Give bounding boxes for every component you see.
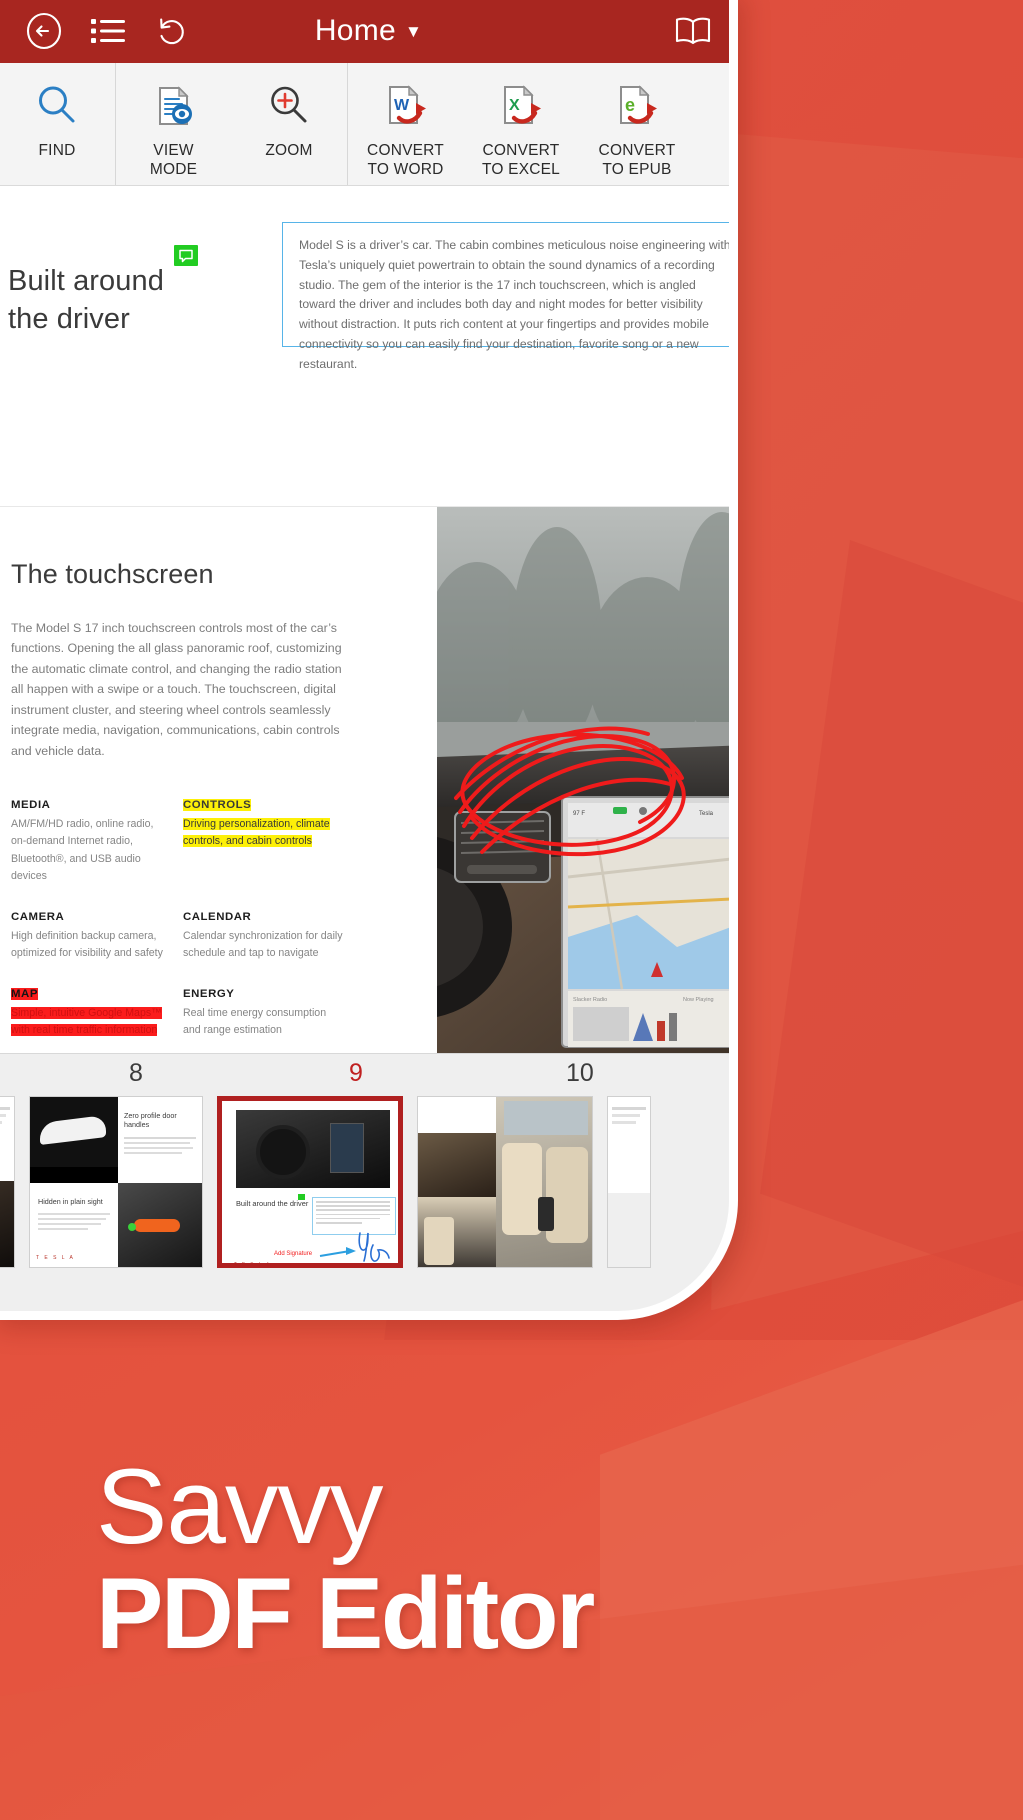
thumbnail-row: Zero profile door handles Hidden in plai… — [0, 1096, 651, 1268]
thumbnail-caption: Add Signature — [274, 1251, 313, 1257]
app-screen: Home ▼ FIND VIEW MODE ZOOM W CONVERT TO … — [0, 0, 729, 1311]
feature-text: Driving personalization, climate control… — [183, 818, 330, 848]
list-bullets-icon[interactable] — [85, 8, 131, 54]
feature-calendar: CALENDAR Calendar synchronization for da… — [183, 911, 343, 962]
tool-convert-to-epub-label: CONVERT TO EPUB — [598, 142, 676, 178]
feature-camera: CAMERA High definition backup camera, op… — [11, 911, 171, 962]
thumbnail-number-9-current: 9 — [349, 1059, 363, 1087]
undo-arrow-icon[interactable] — [149, 8, 195, 54]
epub-convert-icon: e — [613, 79, 661, 133]
word-convert-icon: W — [382, 79, 430, 133]
thumbnail-caption: Built around the driver — [236, 1199, 309, 1208]
tool-convert-to-excel[interactable]: X CONVERT TO EXCEL — [463, 63, 579, 185]
svg-text:X: X — [509, 97, 520, 114]
app-header: Home ▼ — [0, 0, 729, 63]
car-interior-photo: 97 F Tesla Slacker Radio Now Playing — [437, 507, 729, 1053]
thumbnail-brand: T E S L A — [234, 1261, 272, 1266]
document-eye-icon — [151, 79, 197, 133]
svg-text:W: W — [394, 97, 410, 114]
magnifier-icon — [34, 79, 80, 133]
feature-energy: ENERGY Real time energy consumption and … — [183, 988, 343, 1039]
annotation-textbox-text: Model S is a driver’s car. The cabin com… — [299, 238, 731, 371]
document-page-10: The touchscreen The Model S 17 inch touc… — [0, 507, 729, 1114]
open-book-icon[interactable] — [670, 8, 716, 54]
page-headline: Built around the driver — [8, 262, 164, 339]
promo-line-1: Savvy — [96, 1446, 383, 1566]
feature-heading: CONTROLS — [183, 799, 252, 812]
device-frame: Home ▼ FIND VIEW MODE ZOOM W CONVERT TO … — [0, 0, 738, 1320]
annotation-textbox[interactable]: Model S is a driver’s car. The cabin com… — [282, 222, 729, 371]
touchscreen-body: The Model S 17 inch touchscreen controls… — [11, 621, 342, 758]
tool-convert-to-word-label: CONVERT TO WORD — [367, 142, 444, 178]
svg-text:Slacker Radio: Slacker Radio — [573, 997, 607, 1003]
feature-heading: CALENDAR — [183, 910, 252, 923]
feature-heading: MEDIA — [11, 799, 51, 812]
tool-convert-to-excel-label: CONVERT TO EXCEL — [482, 142, 560, 178]
feature-media: MEDIA AM/FM/HD radio, online radio, on-d… — [11, 799, 171, 885]
tool-find[interactable]: FIND — [0, 63, 115, 185]
tool-find-label: FIND — [38, 142, 76, 159]
tool-view-mode-label: VIEW MODE — [149, 142, 198, 178]
thumbnail-page-8[interactable]: Zero profile door handles Hidden in plai… — [29, 1096, 203, 1268]
tool-zoom[interactable]: ZOOM — [231, 63, 347, 185]
feature-text: High definition backup camera, optimized… — [11, 929, 163, 960]
feature-map: MAP Simple, intuitive Google Maps™ with … — [11, 988, 171, 1039]
thumbnail-page-10[interactable] — [417, 1096, 593, 1268]
feature-text: AM/FM/HD radio, online radio, on-demand … — [11, 818, 154, 882]
svg-text:Now Playing: Now Playing — [683, 997, 714, 1003]
feature-heading: ENERGY — [183, 988, 235, 1001]
comment-note-icon[interactable] — [174, 245, 198, 266]
back-arrow-circle-icon[interactable] — [21, 8, 67, 54]
feature-controls: CONTROLS Driving personalization, climat… — [183, 799, 343, 885]
feature-text: Calendar synchronization for daily sched… — [183, 929, 343, 960]
touchscreen-title: The touchscreen — [11, 559, 214, 589]
feature-text: Real time energy consumption and range e… — [183, 1007, 327, 1037]
svg-text:97 F: 97 F — [573, 811, 585, 817]
svg-text:Tesla: Tesla — [699, 811, 714, 817]
document-viewport[interactable]: Built around the driver Model S is a dri… — [0, 186, 729, 1311]
promo-copy: Savvy PDF Editor — [96, 1446, 595, 1670]
tool-zoom-label: ZOOM — [265, 142, 313, 159]
feature-heading: MAP — [11, 988, 38, 1001]
page-title-text: Home — [314, 14, 397, 47]
touchscreen-text-column: The touchscreen The Model S 17 inch touc… — [0, 507, 437, 1114]
tool-view-mode[interactable]: VIEW MODE — [115, 63, 231, 185]
feature-heading: CAMERA — [11, 910, 65, 923]
document-page-9: Built around the driver Model S is a dri… — [0, 186, 729, 679]
excel-convert-icon: X — [497, 79, 545, 133]
header-right-group — [670, 8, 716, 54]
headline-line-2: the driver — [8, 303, 130, 336]
tool-convert-to-word[interactable]: W CONVERT TO WORD — [347, 63, 463, 185]
svg-text:e: e — [625, 95, 635, 115]
promo-line-2: PDF Editor — [96, 1557, 595, 1670]
thumbnail-caption: Zero profile door handles — [124, 1111, 177, 1130]
tool-toolbar: FIND VIEW MODE ZOOM W CONVERT TO WORD X … — [0, 63, 729, 186]
thumbnail-page-9-current[interactable]: Built around the driver Add Signature T … — [217, 1096, 403, 1268]
page-thumbnail-strip[interactable]: 8 9 10 Zero profile door handles Hidden … — [0, 1053, 729, 1311]
tool-convert-to-epub[interactable]: e CONVERT TO EPUB — [579, 63, 695, 185]
thumbnail-page-numbers: 8 9 10 — [0, 1054, 729, 1096]
thumbnail-brand: T E S L A — [36, 1255, 75, 1261]
thumbnail-page-11-partial[interactable] — [607, 1096, 651, 1268]
chevron-down-icon: ▼ — [405, 22, 423, 41]
magnifier-plus-icon — [266, 79, 312, 133]
thumbnail-number-10: 10 — [566, 1059, 594, 1087]
headline-line-1: Built around — [8, 265, 164, 297]
thumbnail-page-7-partial[interactable] — [0, 1096, 15, 1268]
thumbnail-caption: Hidden in plain sight — [38, 1197, 103, 1206]
feature-text: Simple, intuitive Google Maps™ with real… — [11, 1007, 162, 1037]
thumbnail-number-8: 8 — [129, 1059, 143, 1087]
